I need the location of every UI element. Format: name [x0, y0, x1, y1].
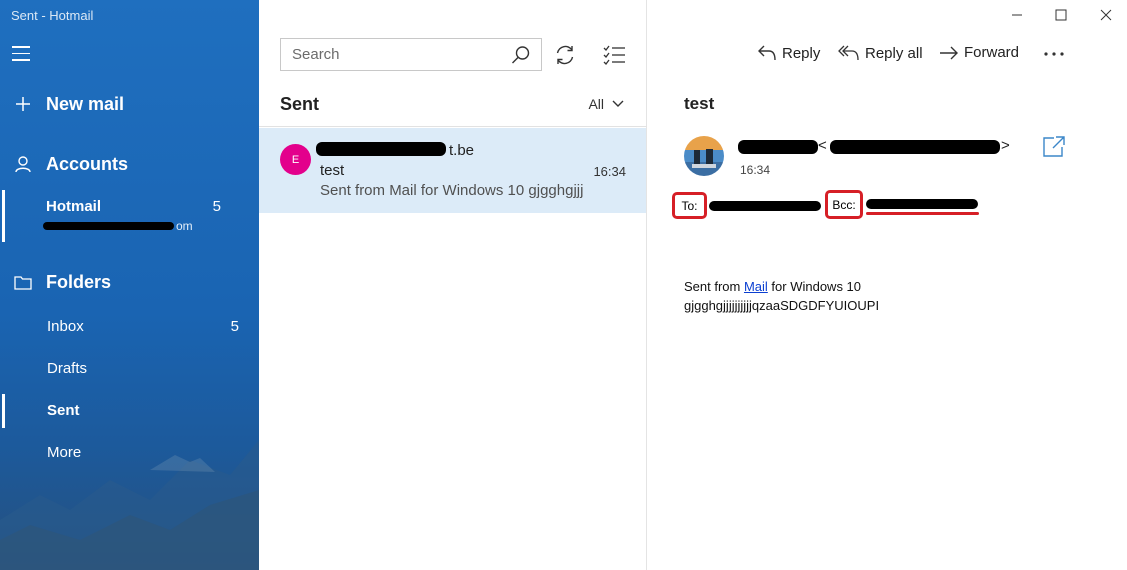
account-hotmail[interactable]: Hotmail 5 om: [0, 190, 259, 242]
mail-link[interactable]: Mail: [744, 279, 768, 294]
message-list-item[interactable]: E t.be test 16:34 Sent from Mail for Win…: [259, 128, 646, 213]
folder-title: Sent: [280, 94, 320, 114]
minimize-icon: [1012, 14, 1022, 16]
forward-label: Forward: [964, 44, 1020, 61]
filter-dropdown[interactable]: All: [588, 96, 624, 112]
folder-more[interactable]: More: [0, 434, 259, 472]
folder-inbox[interactable]: Inbox 5: [0, 308, 259, 346]
folder-icon: [0, 275, 46, 290]
reply-all-label: Reply all: [865, 44, 923, 62]
message-time: 16:34: [593, 164, 626, 179]
folder-name: Drafts: [47, 360, 88, 377]
accounts-button[interactable]: Accounts: [0, 150, 259, 178]
maximize-icon: [1055, 9, 1067, 21]
sync-icon: [556, 45, 574, 65]
bcc-label: Bcc:: [832, 197, 856, 212]
popout-icon: [1043, 136, 1065, 157]
message-subject: test: [320, 162, 345, 179]
chevron-down-icon: [612, 100, 624, 107]
message-body: Sent from Mail for Windows 10 gjgghgjjjj…: [684, 277, 879, 315]
folder-sent[interactable]: Sent: [0, 392, 259, 430]
folder-name: More: [47, 444, 82, 461]
redaction-mark: [316, 142, 446, 156]
bcc-recipient-underline: [866, 212, 979, 215]
search-box[interactable]: [280, 38, 542, 71]
open-in-new-window-button[interactable]: [1042, 136, 1066, 163]
redaction-mark: [738, 140, 818, 154]
window-title: Sent - Hotmail: [11, 8, 94, 23]
search-icon[interactable]: [511, 45, 531, 70]
account-email: om: [176, 219, 193, 233]
reply-all-button[interactable]: Reply all: [838, 44, 923, 62]
folders-button[interactable]: Folders: [0, 268, 259, 296]
filter-label: All: [588, 96, 604, 112]
redaction-mark: [830, 140, 1000, 154]
message-sender: t.be: [449, 142, 475, 159]
message-preview: Sent from Mail for Windows 10 gjgghgjjj: [320, 182, 584, 199]
hamburger-icon: [12, 46, 30, 48]
message-toolbar: Reply Reply all Forward: [647, 44, 1127, 68]
selection-indicator: [2, 394, 5, 428]
body-line-1: Sent from Mail for Windows 10: [684, 277, 879, 296]
redaction-mark: [709, 201, 821, 211]
minimize-button[interactable]: [994, 0, 1040, 30]
plus-icon: [0, 96, 46, 112]
redaction-mark: [43, 222, 174, 230]
reply-button[interactable]: Reply: [757, 44, 820, 62]
sent-time: 16:34: [740, 163, 771, 177]
forward-arrow-icon: [940, 46, 958, 59]
account-unread-count: 5: [212, 198, 221, 215]
selection-indicator: [2, 190, 5, 242]
account-name: Hotmail: [46, 198, 102, 215]
to-label: To:: [681, 198, 698, 213]
selection-mode-button[interactable]: [603, 44, 627, 71]
close-icon: [1100, 9, 1112, 21]
folders-label: Folders: [46, 271, 112, 292]
folder-name: Inbox: [47, 318, 84, 335]
body-text-suffix: for Windows 10: [767, 279, 862, 294]
checklist-icon: [603, 45, 625, 65]
sync-button[interactable]: [554, 44, 576, 71]
close-button[interactable]: [1083, 0, 1127, 30]
redaction-mark: [866, 199, 978, 209]
forward-button[interactable]: Forward: [939, 44, 1019, 61]
reply-all-icon: [838, 45, 859, 61]
sender-address-close: >: [1001, 137, 1010, 154]
divider: [259, 126, 647, 127]
sender-avatar: E: [280, 144, 311, 175]
new-mail-button[interactable]: New mail: [0, 90, 259, 118]
message-list-pane: Sent All E t.be test 16:34 Sent from Mai…: [259, 0, 647, 570]
body-line-2: gjgghgjjjjjjjjjjqzaaSDGDFYUIOUPI: [684, 298, 880, 313]
more-icon: [1044, 52, 1064, 56]
more-actions-button[interactable]: [1043, 44, 1065, 69]
folder-name: Sent: [47, 402, 80, 419]
reply-label: Reply: [782, 44, 821, 62]
reading-pane: Reply Reply all Forward test < > 16:34 T…: [647, 0, 1127, 570]
message-subject-heading: test: [684, 94, 715, 113]
reply-icon: [758, 45, 776, 61]
sender-photo: [684, 136, 724, 176]
body-text-prefix: Sent from: [684, 279, 744, 294]
menu-button[interactable]: [12, 46, 34, 62]
search-input[interactable]: [292, 46, 502, 63]
person-icon: [0, 155, 46, 173]
to-label-highlight: To:: [672, 192, 707, 219]
maximize-button[interactable]: [1038, 0, 1084, 30]
bcc-label-highlight: Bcc:: [825, 190, 863, 219]
sender-address-open: <: [818, 137, 827, 154]
folder-drafts[interactable]: Drafts: [0, 350, 259, 388]
new-mail-label: New mail: [46, 93, 125, 114]
folder-count: 5: [230, 318, 239, 335]
navigation-pane: Sent - Hotmail New mail Accounts Hotmail…: [0, 0, 259, 570]
accounts-label: Accounts: [46, 153, 129, 174]
